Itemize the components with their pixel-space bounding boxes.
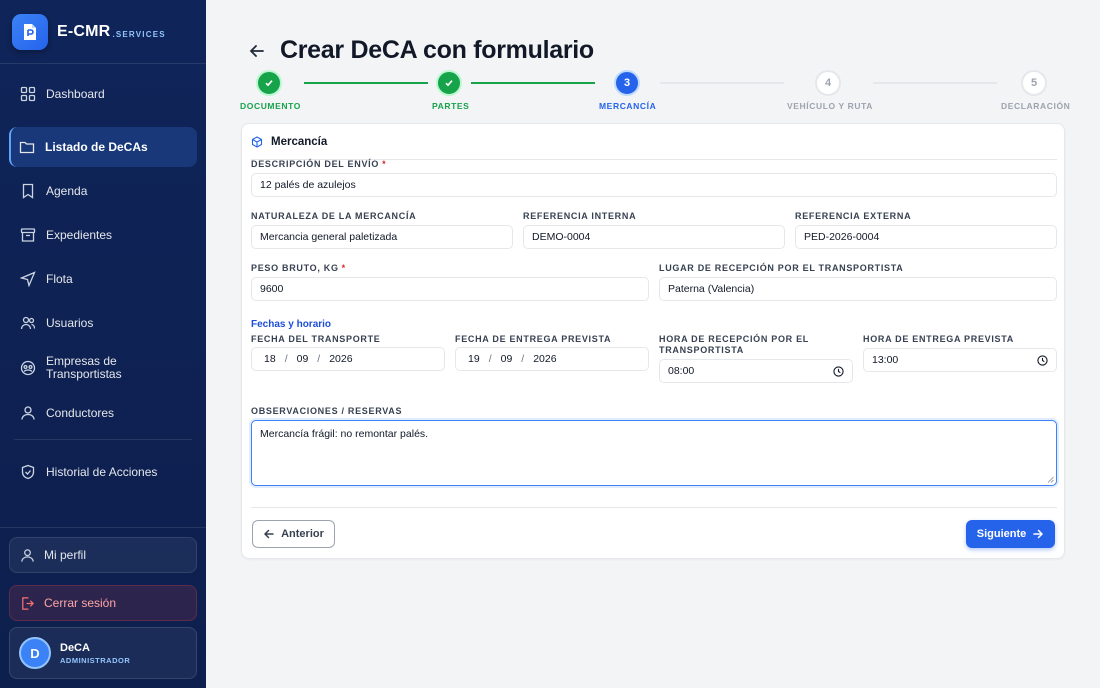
- sidebar-nav: Dashboard Listado de DeCAs Agenda Expedi…: [0, 72, 206, 494]
- sidebar-item-empresas[interactable]: Empresas de Transportistas: [0, 345, 206, 391]
- companies-icon: [20, 360, 36, 376]
- hora-recepcion-input[interactable]: 08:00: [659, 359, 853, 383]
- hora-recepcion-label: HORA DE RECEPCIÓN POR EL TRANSPORTISTA: [659, 334, 809, 355]
- fecha-entrega-label: FECHA DE ENTREGA PREVISTA: [455, 334, 612, 344]
- step-4-label: VEHÍCULO Y RUTA: [787, 101, 873, 111]
- users-icon: [20, 316, 36, 330]
- observaciones-label: OBSERVACIONES / RESERVAS: [251, 406, 403, 416]
- step-1-label: DOCUMENTO: [240, 101, 301, 111]
- sidebar-item-flota[interactable]: Flota: [0, 257, 206, 301]
- sidebar-item-usuarios[interactable]: Usuarios: [0, 301, 206, 345]
- next-button[interactable]: Siguiente: [966, 520, 1055, 548]
- card-header: Mercancía: [251, 132, 1057, 160]
- step-1-check-icon[interactable]: [256, 70, 282, 96]
- arrow-left-icon: [264, 529, 274, 539]
- page-title: Crear DeCA con formulario: [280, 36, 594, 64]
- sidebar-item-label: Historial de Acciones: [46, 464, 158, 479]
- step-4[interactable]: 4: [815, 70, 841, 96]
- form-card: Mercancía DESCRIPCIÓN DEL ENVÍO * 12 palé…: [241, 123, 1065, 559]
- clock-icon[interactable]: [833, 366, 844, 377]
- sidebar-item-label: Agenda: [46, 183, 88, 198]
- descripcion-label: DESCRIPCIÓN DEL ENVÍO *: [251, 159, 387, 169]
- bookmark-icon: [22, 183, 34, 199]
- section-title: Mercancía: [271, 135, 328, 148]
- user-card[interactable]: D DeCA ADMINISTRADOR: [9, 627, 197, 679]
- brand-name: E-CMR: [57, 22, 111, 40]
- stepper: DOCUMENTO PARTES 3 MERCANCÍA 4 VEHÍCULO …: [0, 70, 1100, 114]
- step-2-label: PARTES: [432, 101, 470, 111]
- sidebar-item-label: Conductores: [46, 405, 115, 420]
- user-icon: [21, 406, 35, 420]
- fecha-transporte-label: FECHA DEL TRANSPORTE: [251, 334, 381, 344]
- sidebar-item-label: Expedientes: [46, 227, 113, 242]
- fecha-entrega-input[interactable]: 19/ 09/ 2026: [455, 347, 649, 371]
- step-5-label: DECLARACIÓN: [1001, 101, 1071, 111]
- previous-button[interactable]: Anterior: [252, 520, 335, 548]
- card-divider: [251, 507, 1057, 508]
- sidebar-item-label: Usuarios: [46, 315, 94, 330]
- hora-entrega-input[interactable]: 13:00: [863, 348, 1057, 372]
- hora-entrega-label: HORA DE ENTREGA PREVISTA: [863, 334, 1014, 344]
- app-logo-icon: [12, 13, 48, 50]
- step-2-check-icon[interactable]: [436, 70, 462, 96]
- resize-handle-icon[interactable]: [1047, 476, 1054, 483]
- sidebar-item-label: Listado de DeCAs: [45, 139, 148, 154]
- folder-icon: [19, 141, 35, 154]
- observaciones-textarea[interactable]: Mercancía frágil: no remontar palés.: [251, 420, 1057, 486]
- sidebar-item-conductores[interactable]: Conductores: [0, 391, 206, 435]
- step-connector: [660, 82, 784, 84]
- sidebar-item-historial[interactable]: Historial de Acciones: [0, 450, 206, 494]
- back-arrow-icon[interactable]: [248, 42, 266, 60]
- user-name: DeCA: [60, 641, 90, 654]
- ref-externa-label: REFERENCIA EXTERNA: [795, 211, 912, 221]
- descripcion-input[interactable]: 12 palés de azulejos: [251, 173, 1057, 197]
- step-connector: [873, 82, 997, 84]
- navigation-icon: [20, 271, 36, 287]
- peso-label: PESO BRUTO, KG *: [251, 263, 346, 273]
- lugar-input[interactable]: Paterna (Valencia): [659, 277, 1057, 301]
- ref-externa-input[interactable]: PED-2026-0004: [795, 225, 1057, 249]
- ref-interna-label: REFERENCIA INTERNA: [523, 211, 637, 221]
- logout-button[interactable]: Cerrar sesión: [9, 585, 197, 621]
- brand: E-CMR .SERVICES: [0, 0, 206, 64]
- lugar-label: LUGAR DE RECEPCIÓN POR EL TRANSPORTISTA: [659, 263, 904, 273]
- package-icon: [251, 135, 263, 148]
- profile-label: Mi perfil: [44, 548, 87, 562]
- sidebar-item-expedientes[interactable]: Expedientes: [0, 213, 206, 257]
- avatar: D: [19, 637, 51, 669]
- ref-interna-input[interactable]: DEMO-0004: [523, 225, 785, 249]
- archive-icon: [20, 228, 36, 242]
- step-5[interactable]: 5: [1021, 70, 1047, 96]
- step-3[interactable]: 3: [614, 70, 640, 96]
- user-icon: [21, 548, 34, 562]
- profile-button[interactable]: Mi perfil: [9, 537, 197, 573]
- naturaleza-label: NATURALEZA DE LA MERCANCÍA: [251, 211, 417, 221]
- sidebar-item-label: Flota: [46, 271, 73, 286]
- arrow-right-icon: [1033, 529, 1044, 539]
- sidebar-item-listado[interactable]: Listado de DeCAs: [9, 127, 197, 167]
- logout-icon: [22, 596, 34, 610]
- shield-icon: [21, 464, 35, 480]
- peso-input[interactable]: 9600: [251, 277, 649, 301]
- fechas-subtitle: Fechas y horario: [251, 319, 332, 330]
- sidebar-divider: [0, 527, 206, 528]
- logout-label: Cerrar sesión: [44, 596, 117, 610]
- sidebar-item-agenda[interactable]: Agenda: [0, 169, 206, 213]
- step-connector: [471, 82, 595, 84]
- clock-icon[interactable]: [1037, 355, 1048, 366]
- user-role: ADMINISTRADOR: [60, 655, 131, 665]
- fecha-transporte-input[interactable]: 18/ 09/ 2026: [251, 347, 445, 371]
- step-connector: [304, 82, 428, 84]
- step-3-label: MERCANCÍA: [599, 101, 657, 111]
- brand-sub: .SERVICES: [112, 30, 166, 39]
- sidebar-item-label: Empresas de Transportistas: [46, 354, 122, 381]
- naturaleza-input[interactable]: Mercancia general paletizada: [251, 225, 513, 249]
